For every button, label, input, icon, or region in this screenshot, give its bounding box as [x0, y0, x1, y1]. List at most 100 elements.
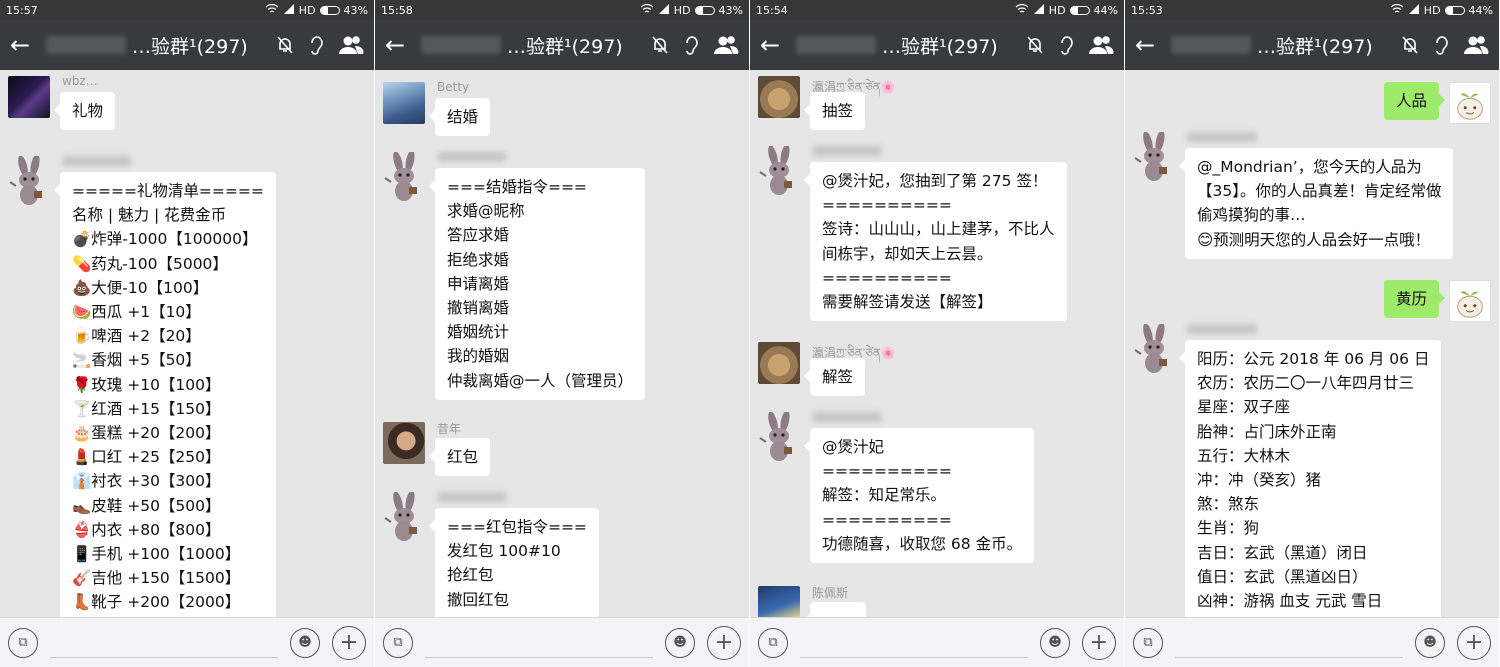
blurred-sender-name: [437, 152, 507, 162]
blurred-sender-name: [1187, 324, 1257, 334]
plus-icon[interactable]: +: [1082, 625, 1116, 660]
avatar[interactable]: [758, 144, 800, 195]
avatar[interactable]: [758, 410, 800, 461]
emoji-icon[interactable]: ☻: [290, 627, 320, 658]
message-bubble[interactable]: 解签: [803, 358, 866, 397]
ear-icon: [1433, 35, 1449, 55]
message-list[interactable]: wbz… 礼物 =====礼物清单===== 名称 | 魅力 | 花费金币 💣炸弹-…: [0, 70, 374, 617]
back-arrow-icon[interactable]: ←: [760, 33, 796, 57]
signal-icon: [1408, 3, 1420, 17]
avatar[interactable]: [1133, 322, 1175, 373]
avatar[interactable]: [758, 586, 800, 617]
plus-icon[interactable]: +: [332, 625, 366, 660]
avatar[interactable]: [1449, 280, 1491, 322]
avatar[interactable]: [1133, 130, 1175, 181]
chat-header: ← …验群¹(297): [750, 20, 1124, 70]
message-bubble[interactable]: 结婚: [428, 98, 491, 137]
mute-bell-icon: [1401, 35, 1419, 55]
chat-screen-4: 15:53 HD 44% ← …验群¹(297) 人品 @_Mondrian’，您…: [1125, 0, 1500, 667]
sender-name: 陈佩斯: [812, 586, 849, 600]
sender-name: wbz…: [62, 74, 98, 88]
wifi-icon: [1390, 3, 1404, 17]
screenshot-strip: 15:57 HD 43% ← …验群¹(297) wbz… 礼物 =====礼物清单…: [0, 0, 1500, 667]
status-time: 15:54: [756, 3, 788, 17]
avatar[interactable]: [8, 154, 50, 205]
emoji-icon[interactable]: ☻: [665, 627, 695, 658]
message-input[interactable]: [50, 628, 278, 658]
avatar[interactable]: [1449, 82, 1491, 124]
message-bubble[interactable]: 阳历：公元 2018 年 06 月 06 日 农历：农历二〇一八年四月廿三 星座…: [1178, 340, 1442, 617]
voice-toggle-icon[interactable]: ⧉: [1133, 627, 1163, 658]
chat-title: …验群¹(297): [132, 35, 248, 58]
battery-icon: [694, 5, 715, 15]
group-members-icon[interactable]: [338, 35, 364, 55]
ear-icon: [308, 35, 324, 55]
avatar[interactable]: [8, 76, 50, 118]
message-bubble[interactable]: 抽签: [803, 92, 866, 131]
message-bubble[interactable]: [804, 602, 866, 617]
message-bubble[interactable]: 黄历: [1383, 280, 1446, 319]
blurred-group-name: [421, 36, 501, 54]
message-list[interactable]: Betty 结婚 ===结婚指令=== 求婚@昵称 答应求婚 拒绝求婚 申请离婚 撤…: [375, 70, 749, 617]
wifi-icon: [265, 3, 279, 17]
chat-title: …验群¹(297): [507, 35, 623, 58]
blurred-group-name: [46, 36, 126, 54]
status-time: 15:58: [381, 3, 413, 17]
status-bar: 15:54 HD 44%: [750, 0, 1124, 20]
message-bubble[interactable]: ===红包指令=== 发红包 100#10 抢红包 撤回红包: [429, 508, 599, 617]
plus-icon[interactable]: +: [707, 625, 741, 660]
message-bubble[interactable]: @煲汁妃 ========== 解签：知足常乐。 ========== 功德随喜…: [803, 428, 1035, 564]
message-input[interactable]: [1175, 628, 1403, 658]
network-label: HD: [673, 3, 691, 17]
group-members-icon[interactable]: [1463, 35, 1489, 55]
input-bar: ⧉ ☻ +: [0, 617, 374, 667]
sender-name: Betty: [437, 80, 470, 94]
back-arrow-icon[interactable]: ←: [10, 33, 46, 57]
voice-toggle-icon[interactable]: ⧉: [383, 627, 413, 658]
message-bubble[interactable]: @煲汁妃，您抽到了第 275 签！ ========== 签诗：山山山，山上建茅…: [804, 162, 1067, 322]
group-members-icon[interactable]: [713, 35, 739, 55]
avatar[interactable]: [383, 422, 425, 464]
message-input[interactable]: [800, 628, 1028, 658]
message-input[interactable]: [425, 628, 653, 658]
blurred-group-name: [796, 36, 876, 54]
avatar[interactable]: [758, 76, 800, 118]
emoji-icon[interactable]: ☻: [1040, 627, 1070, 658]
message-bubble[interactable]: 礼物: [53, 92, 116, 131]
message-bubble[interactable]: @_Mondrian’，您今天的人品为 【35】。你的人品真差！肯定经常做 偷鸡…: [1178, 148, 1454, 259]
message-bubble[interactable]: ===结婚指令=== 求婚@昵称 答应求婚 拒绝求婚 申请离婚 撤销离婚 婚姻统…: [428, 168, 646, 400]
message-list[interactable]: 瀛涓ཀྱུ་ཅིན་ཙེན🌸 抽签 @煲汁妃，您抽到了第 275 签！ ======…: [750, 70, 1124, 617]
back-arrow-icon[interactable]: ←: [1135, 33, 1171, 57]
signal-icon: [283, 3, 295, 17]
battery-icon: [319, 5, 340, 15]
status-bar: 15:53 HD 44%: [1125, 0, 1499, 20]
ear-icon: [683, 35, 699, 55]
message-list[interactable]: 人品 @_Mondrian’，您今天的人品为 【35】。你的人品真差！肯定经常做 …: [1125, 70, 1499, 617]
battery-icon: [1069, 5, 1090, 15]
voice-toggle-icon[interactable]: ⧉: [8, 627, 38, 658]
group-members-icon[interactable]: [1088, 35, 1114, 55]
sender-name: 昔年: [437, 422, 462, 436]
back-arrow-icon[interactable]: ←: [385, 33, 421, 57]
blurred-group-name: [1171, 36, 1251, 54]
message-bubble[interactable]: 红包: [428, 438, 491, 477]
chat-screen-2: 15:58 HD 43% ← …验群¹(297) Betty 结婚 ===结婚指令=…: [375, 0, 750, 667]
input-bar: ⧉ ☻ +: [375, 617, 749, 667]
voice-toggle-icon[interactable]: ⧉: [758, 627, 788, 658]
message-bubble[interactable]: =====礼物清单===== 名称 | 魅力 | 花费金币 💣炸弹-1000【1…: [54, 172, 276, 617]
status-time: 15:53: [1131, 3, 1163, 17]
network-label: HD: [1423, 3, 1441, 17]
chat-screen-3: 15:54 HD 44% ← …验群¹(297) 瀛涓ཀྱུ་ཅིན་ཙེན🌸 抽…: [750, 0, 1125, 667]
message-bubble[interactable]: 人品: [1383, 82, 1446, 121]
input-bar: ⧉ ☻ +: [1125, 617, 1499, 667]
avatar[interactable]: [383, 490, 425, 541]
plus-icon[interactable]: +: [1457, 625, 1491, 660]
avatar[interactable]: [383, 150, 425, 201]
network-label: HD: [1048, 3, 1066, 17]
avatar[interactable]: [383, 82, 425, 124]
mute-bell-icon: [651, 35, 669, 55]
emoji-icon[interactable]: ☻: [1415, 627, 1445, 658]
blurred-sender-name: [812, 146, 882, 156]
blurred-sender-name: [812, 412, 882, 422]
avatar[interactable]: [758, 342, 800, 384]
